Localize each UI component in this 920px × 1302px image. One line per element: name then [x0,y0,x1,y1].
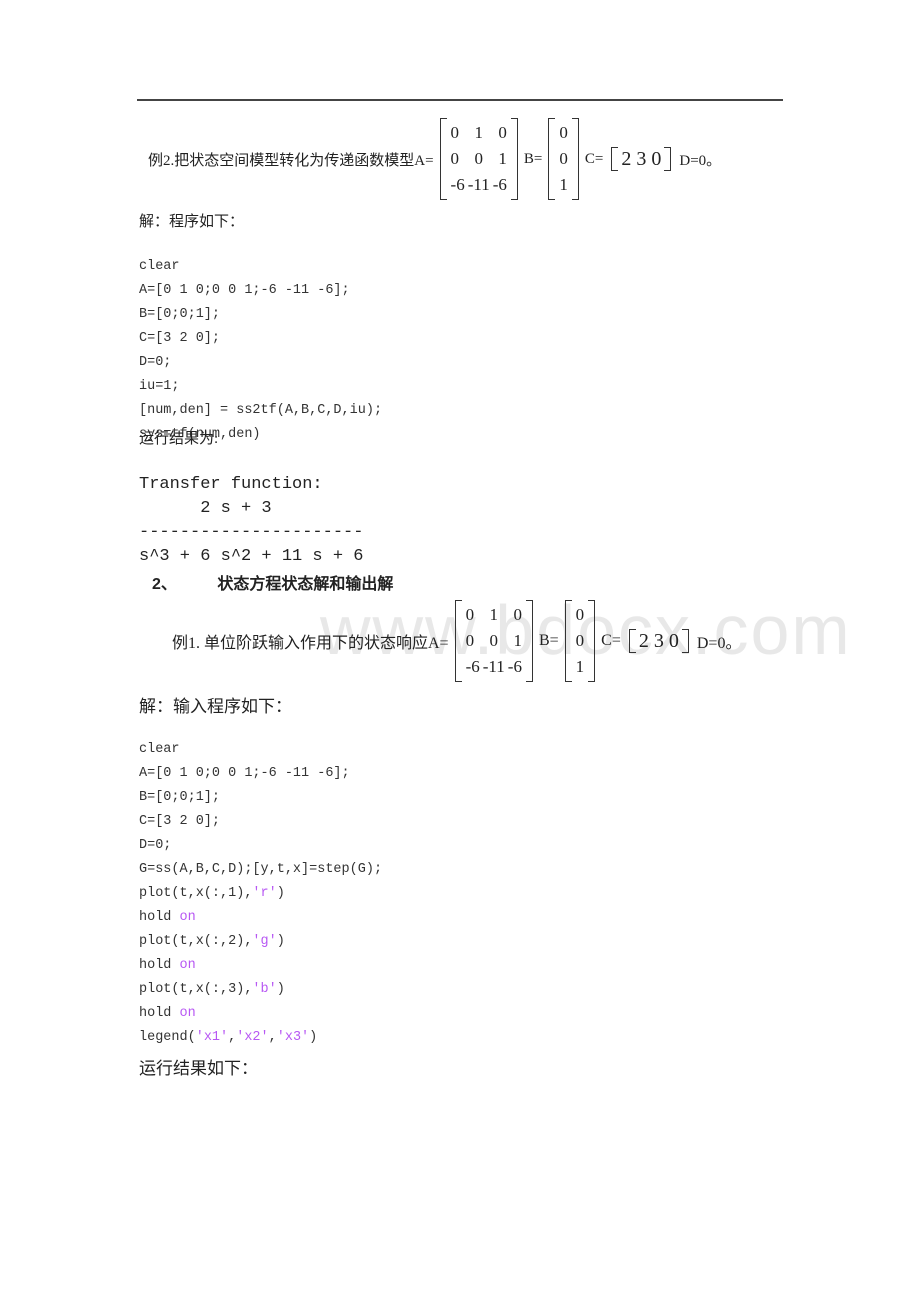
section-number: 2、 [152,576,177,593]
code-line: clear [139,742,180,757]
code-line: hold on [139,910,196,925]
code-line: C=[3 2 0]; [139,814,221,829]
code-line: G=ss(A,B,C,D);[y,t,x]=step(G); [139,862,383,877]
example1-statement: 例1. 单位阶跃输入作用下的状态响应A= 010 001 -6 -11 -6 B= … [172,600,741,682]
b-label: B= [523,150,543,167]
output-numerator: 2 s + 3 [139,499,272,518]
code-line: hold on [139,958,196,973]
code-line: D=0; [139,355,172,370]
header-rule [137,99,783,101]
code-line: legend('x1','x2','x3') [139,1030,318,1045]
code-line: iu=1; [139,379,180,394]
section-title: 状态方程状态解和输出解 [217,576,394,593]
d-label: D=0。 [679,152,722,169]
code-line: plot(t,x(:,2),'g') [139,934,285,949]
code-line: A=[0 1 0;0 0 1;-6 -11 -6]; [139,766,350,781]
code-line: clear [139,259,180,274]
output-denominator: s^3 + 6 s^2 + 11 s + 6 [139,547,364,566]
solution2-code: clear A=[0 1 0;0 0 1;-6 -11 -6]; B=[0;0;1]… [139,714,382,1074]
matrix-a: 010 001 -6 -11 -6 [454,600,533,682]
c-label: C= [584,150,604,167]
code-line: C=[3 2 0]; [139,331,221,346]
matrix-c: 2 3 0 [611,147,672,171]
example2-label: 例2.把状态空间模型转化为传递函数模型A= [148,152,434,169]
code-line: [num,den] = ss2tf(A,B,C,D,iu); [139,403,383,418]
solution1-intro: 解：程序如下： [139,214,245,230]
section-heading: 2、 状态方程状态解和输出解 [152,570,393,594]
matrix-b: 001 [548,118,579,200]
example2-statement: 例2.把状态空间模型转化为传递函数模型A= 010 001 -6 -11 -6 B=… [148,118,721,200]
code-line: hold on [139,1006,196,1021]
solution2-result-label: 运行结果如下： [139,1059,258,1078]
solution1-result-label: 运行结果为: [139,431,219,447]
code-line: plot(t,x(:,3),'b') [139,982,285,997]
code-line: D=0; [139,838,172,853]
output-divider: ---------------------- [139,523,364,542]
matrix-b: 001 [564,600,596,682]
d-label: D=0。 [696,635,742,652]
code-line: A=[0 1 0;0 0 1;-6 -11 -6]; [139,283,350,298]
code-line: B=[0;0;1]; [139,790,221,805]
output-title: Transfer function: [139,475,323,494]
code-line: plot(t,x(:,1),'r') [139,886,285,901]
c-label: C= [601,632,621,649]
matrix-a: 010 001 -6 -11 -6 [439,118,518,200]
example1-label: 例1. 单位阶跃输入作用下的状态响应A= [172,635,449,652]
code-line: B=[0;0;1]; [139,307,221,322]
matrix-c: 2 3 0 [628,629,689,653]
b-label: B= [538,632,559,649]
